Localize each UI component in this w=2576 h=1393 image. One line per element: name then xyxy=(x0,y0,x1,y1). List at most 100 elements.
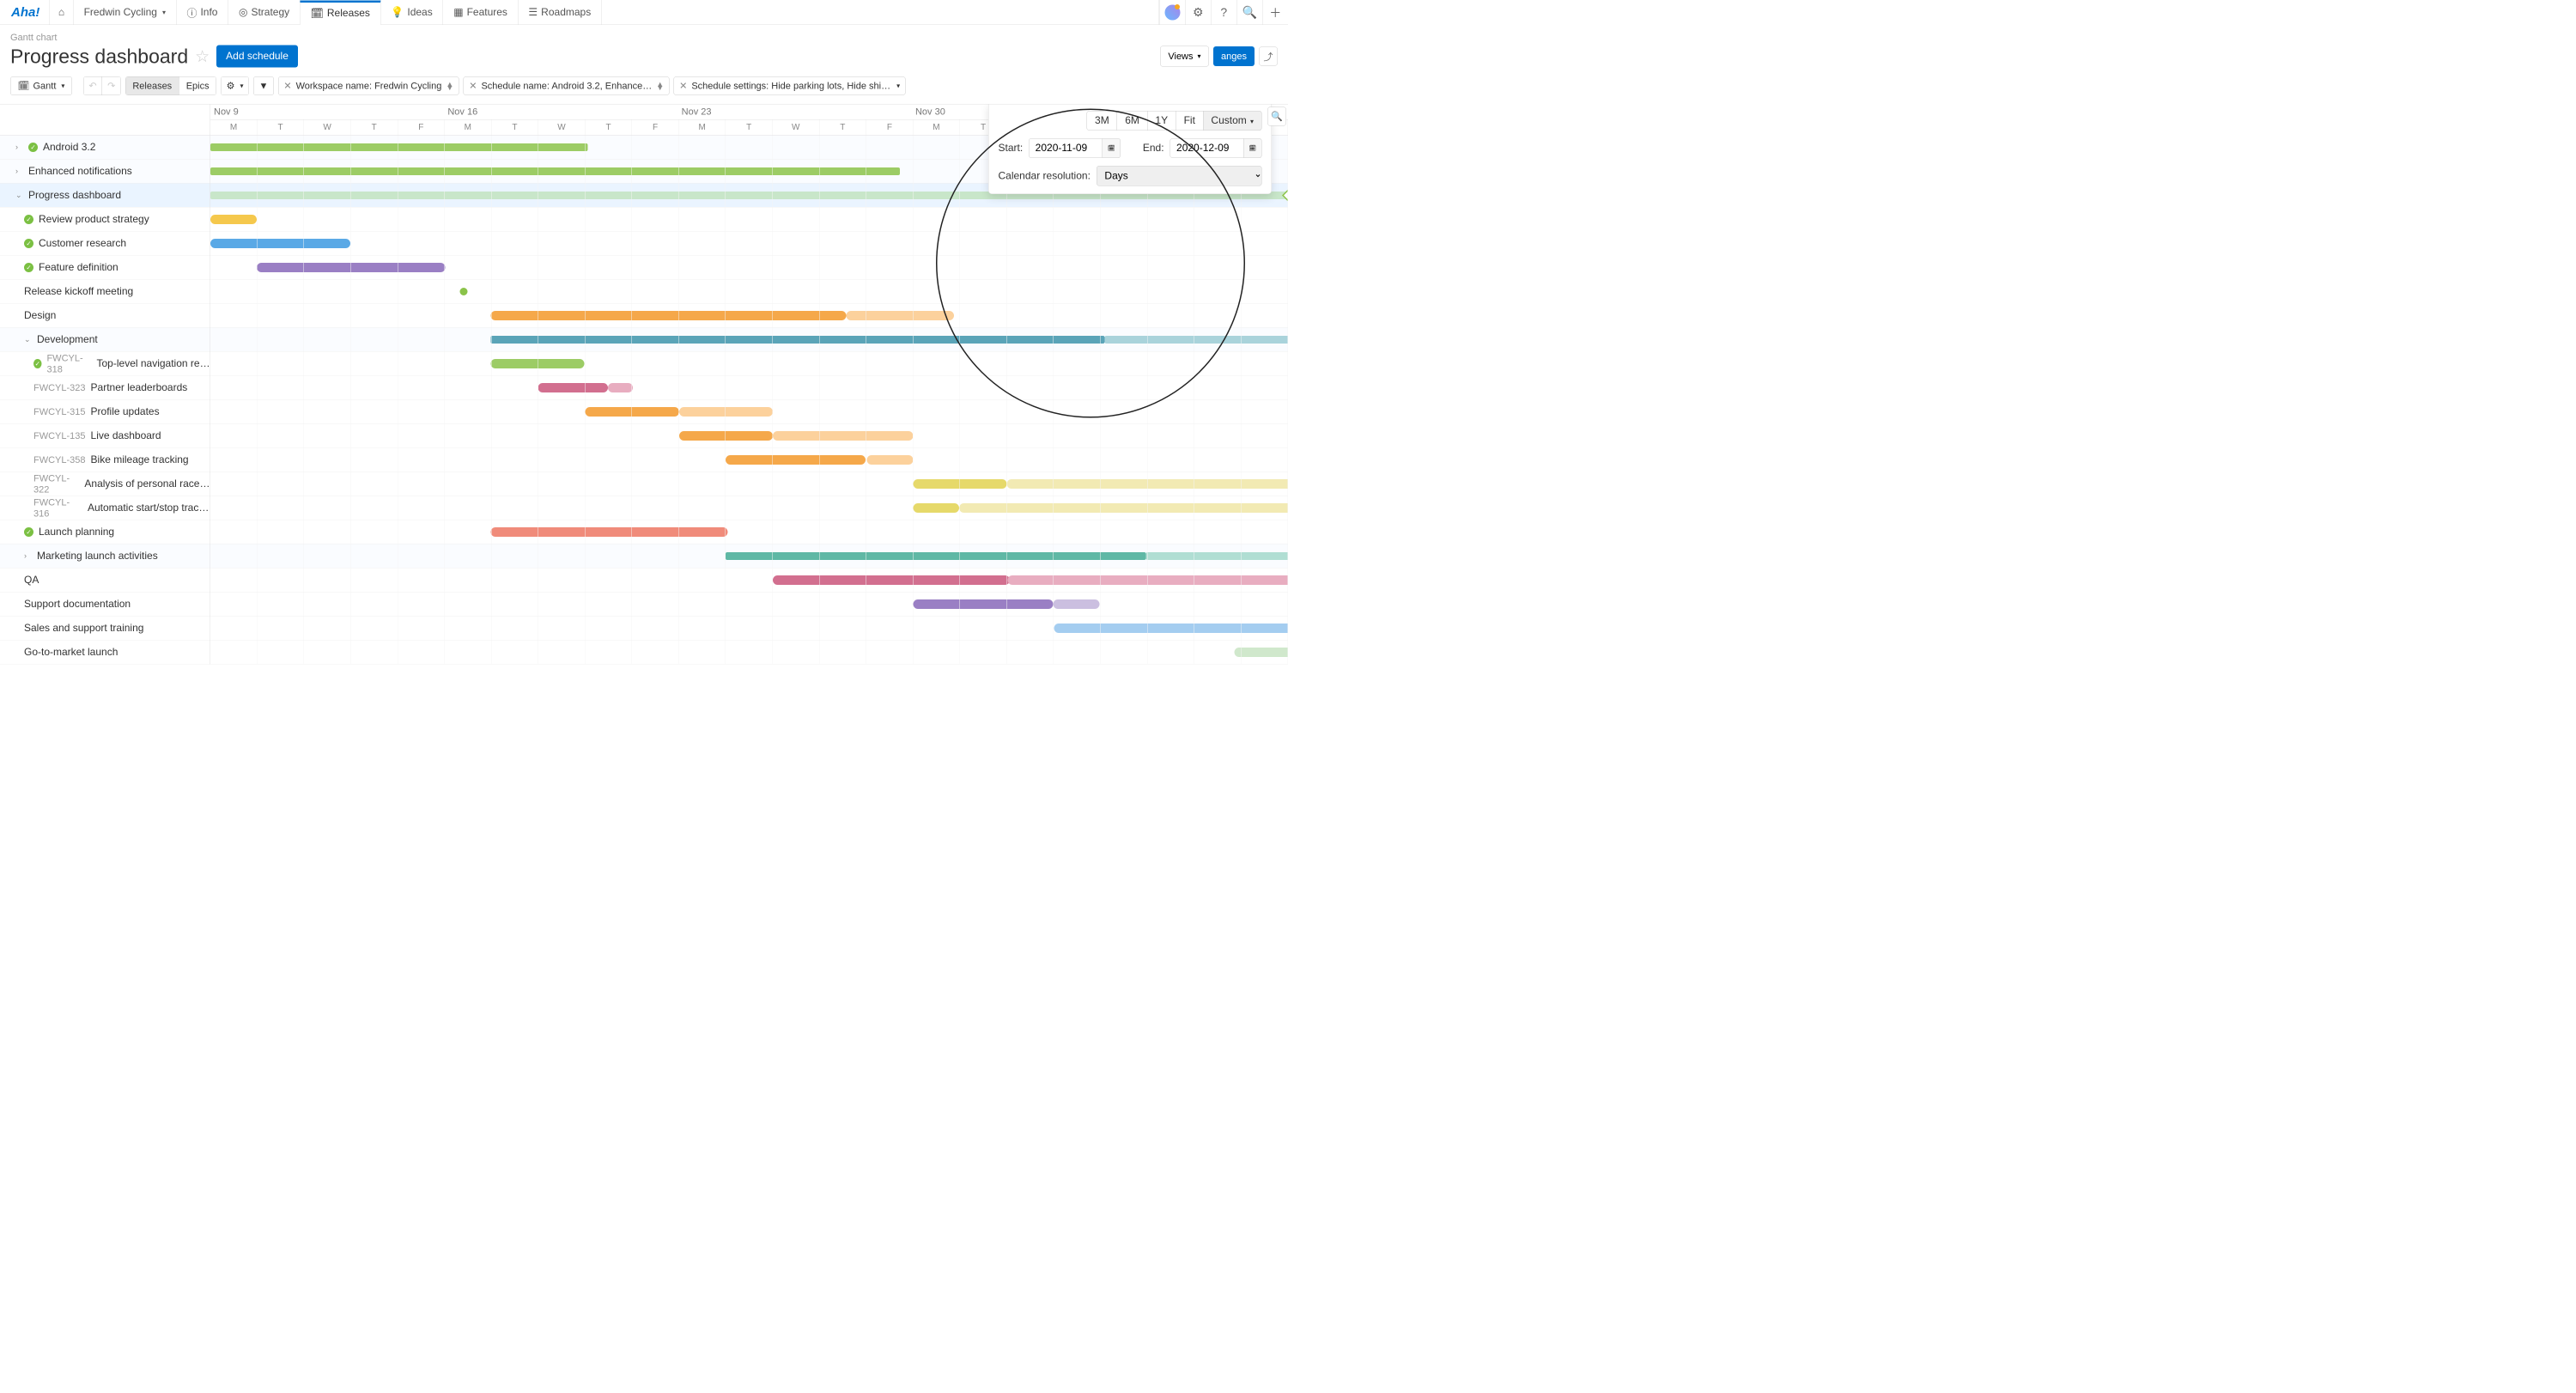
gantt-bar[interactable] xyxy=(257,263,446,272)
settings-icon[interactable]: ⚙▾ xyxy=(222,77,249,95)
gantt-bar[interactable] xyxy=(490,359,584,368)
chevron-icon[interactable]: › xyxy=(15,143,23,152)
nav-strategy[interactable]: ◎ Strategy xyxy=(228,0,301,25)
gantt-bar[interactable] xyxy=(210,215,257,224)
views-button[interactable]: Views▾ xyxy=(1160,46,1209,67)
gantt-bar[interactable] xyxy=(1234,648,1288,657)
row-label[interactable]: FWCYL-315Profile updates xyxy=(0,400,210,424)
redo-icon[interactable]: ↷ xyxy=(102,77,120,95)
gantt-bar[interactable] xyxy=(913,599,1053,609)
share-icon[interactable]: ⤴ xyxy=(1259,47,1278,66)
home-icon[interactable]: ⌂ xyxy=(50,0,74,25)
chevron-icon[interactable]: ⌄ xyxy=(24,335,32,344)
row-label[interactable]: Release kickoff meeting xyxy=(0,280,210,304)
filter-workspace[interactable]: ✕ Workspace name: Fredwin Cycling ▲▼ xyxy=(278,76,459,95)
filter-settings[interactable]: ✕ Schedule settings: Hide parking lots, … xyxy=(674,76,906,95)
nav-ideas[interactable]: 💡 Ideas xyxy=(380,0,443,25)
gantt-bar[interactable] xyxy=(846,311,954,320)
start-date-input[interactable] xyxy=(1029,138,1103,158)
gantt-bar[interactable] xyxy=(913,479,1006,489)
row-label[interactable]: Design xyxy=(0,304,210,328)
nav-features[interactable]: ▦ Features xyxy=(443,0,518,25)
gear-icon[interactable]: ⚙ xyxy=(1185,0,1211,25)
row-label[interactable]: FWCYL-358Bike mileage tracking xyxy=(0,448,210,472)
sort-icon[interactable]: ▲▼ xyxy=(446,82,453,89)
chevron-icon[interactable]: › xyxy=(15,167,23,176)
gantt-bar[interactable] xyxy=(1105,336,1288,344)
row-label[interactable]: ⌄Progress dashboard xyxy=(0,184,210,208)
star-icon[interactable]: ☆ xyxy=(195,46,210,66)
close-icon[interactable]: ✕ xyxy=(679,81,687,92)
row-label[interactable]: FWCYL-135Live dashboard xyxy=(0,424,210,448)
zoom-6m[interactable]: 6M xyxy=(1117,111,1147,131)
end-date-input[interactable] xyxy=(1170,138,1244,158)
nav-roadmaps[interactable]: ☰ Roadmaps xyxy=(518,0,601,25)
milestone-marker[interactable] xyxy=(459,288,467,295)
row-label[interactable]: ✓Feature definition xyxy=(0,256,210,280)
save-changes-button[interactable]: anges xyxy=(1213,46,1255,66)
row-label[interactable]: ›Marketing launch activities xyxy=(0,544,210,569)
undo-icon[interactable]: ↶ xyxy=(83,77,102,95)
row-label[interactable]: QA xyxy=(0,569,210,593)
workspace-selector[interactable]: Fredwin Cycling ▾ xyxy=(74,0,177,25)
filter-schedule[interactable]: ✕ Schedule name: Android 3.2, Enhance… ▲… xyxy=(464,76,670,95)
search-icon[interactable]: 🔍 xyxy=(1267,107,1286,126)
add-schedule-button[interactable]: Add schedule xyxy=(216,46,298,68)
row-label[interactable]: FWCYL-323Partner leaderboards xyxy=(0,376,210,400)
gantt-bar[interactable] xyxy=(210,239,350,248)
sort-icon[interactable]: ▲▼ xyxy=(656,82,664,89)
row-label[interactable]: ›Enhanced notifications xyxy=(0,160,210,184)
calendar-icon[interactable]: 🗓 xyxy=(1244,138,1262,158)
gantt-bar[interactable] xyxy=(1008,575,1288,585)
nav-releases[interactable]: 🗓 Releases xyxy=(301,0,381,25)
row-label[interactable]: Go-to-market launch xyxy=(0,641,210,665)
scope-releases-button[interactable]: Releases xyxy=(125,77,179,95)
zoom-custom[interactable]: Custom ▾ xyxy=(1203,111,1261,131)
row-label[interactable]: ›✓Android 3.2 xyxy=(0,136,210,160)
gantt-bar[interactable] xyxy=(490,336,1104,344)
row-label[interactable]: ✓Review product strategy xyxy=(0,208,210,232)
close-icon[interactable]: ✕ xyxy=(469,81,477,92)
zoom-fit[interactable]: Fit xyxy=(1176,111,1204,131)
row-label[interactable]: ⌄Development xyxy=(0,328,210,352)
gantt-bar[interactable] xyxy=(913,503,959,513)
resolution-select[interactable]: Days xyxy=(1097,166,1262,186)
gantt-bar[interactable] xyxy=(773,575,1010,585)
gantt-bar[interactable] xyxy=(1006,479,1288,489)
gantt-bar[interactable] xyxy=(608,383,633,392)
gantt-bar[interactable] xyxy=(210,143,587,151)
gantt-bar[interactable] xyxy=(490,311,846,320)
gantt-bar[interactable] xyxy=(679,431,773,441)
help-icon[interactable]: ? xyxy=(1211,0,1236,25)
scope-epics-button[interactable]: Epics xyxy=(179,77,216,95)
gantt-bar[interactable] xyxy=(1054,624,1288,633)
row-label[interactable]: FWCYL-322Analysis of personal race goals xyxy=(0,472,210,496)
zoom-1y[interactable]: 1Y xyxy=(1147,111,1176,131)
search-icon[interactable]: 🔍 xyxy=(1236,0,1262,25)
gantt-bar[interactable] xyxy=(586,407,679,417)
add-icon[interactable]: ＋ xyxy=(1262,0,1288,25)
gantt-bar[interactable] xyxy=(538,383,609,392)
view-gantt-button[interactable]: 🗓Gantt▾ xyxy=(10,76,72,95)
gantt-bar[interactable] xyxy=(1053,599,1099,609)
gantt-bar[interactable] xyxy=(210,167,900,175)
calendar-icon[interactable]: 🗓 xyxy=(1103,138,1121,158)
chevron-icon[interactable]: ⌄ xyxy=(15,191,23,200)
row-label[interactable]: ✓Launch planning xyxy=(0,520,210,544)
avatar[interactable] xyxy=(1159,0,1185,25)
gantt-bar[interactable] xyxy=(490,527,727,537)
gantt-bar[interactable] xyxy=(726,455,866,465)
gantt-bar[interactable] xyxy=(959,503,1288,513)
nav-info[interactable]: ⓘ Info xyxy=(176,0,228,25)
gantt-bar[interactable] xyxy=(866,455,913,465)
gantt-bar[interactable] xyxy=(726,552,1145,560)
row-label[interactable]: Support documentation xyxy=(0,593,210,617)
chevron-icon[interactable]: › xyxy=(24,551,32,561)
row-label[interactable]: ✓FWCYL-318Top-level navigation redesi… xyxy=(0,352,210,376)
logo[interactable]: Aha! xyxy=(0,0,50,25)
gantt-bar[interactable] xyxy=(1145,552,1288,560)
close-icon[interactable]: ✕ xyxy=(283,81,291,92)
gantt-bar[interactable] xyxy=(679,407,773,417)
zoom-3m[interactable]: 3M xyxy=(1087,111,1118,131)
row-label[interactable]: Sales and support training xyxy=(0,617,210,641)
